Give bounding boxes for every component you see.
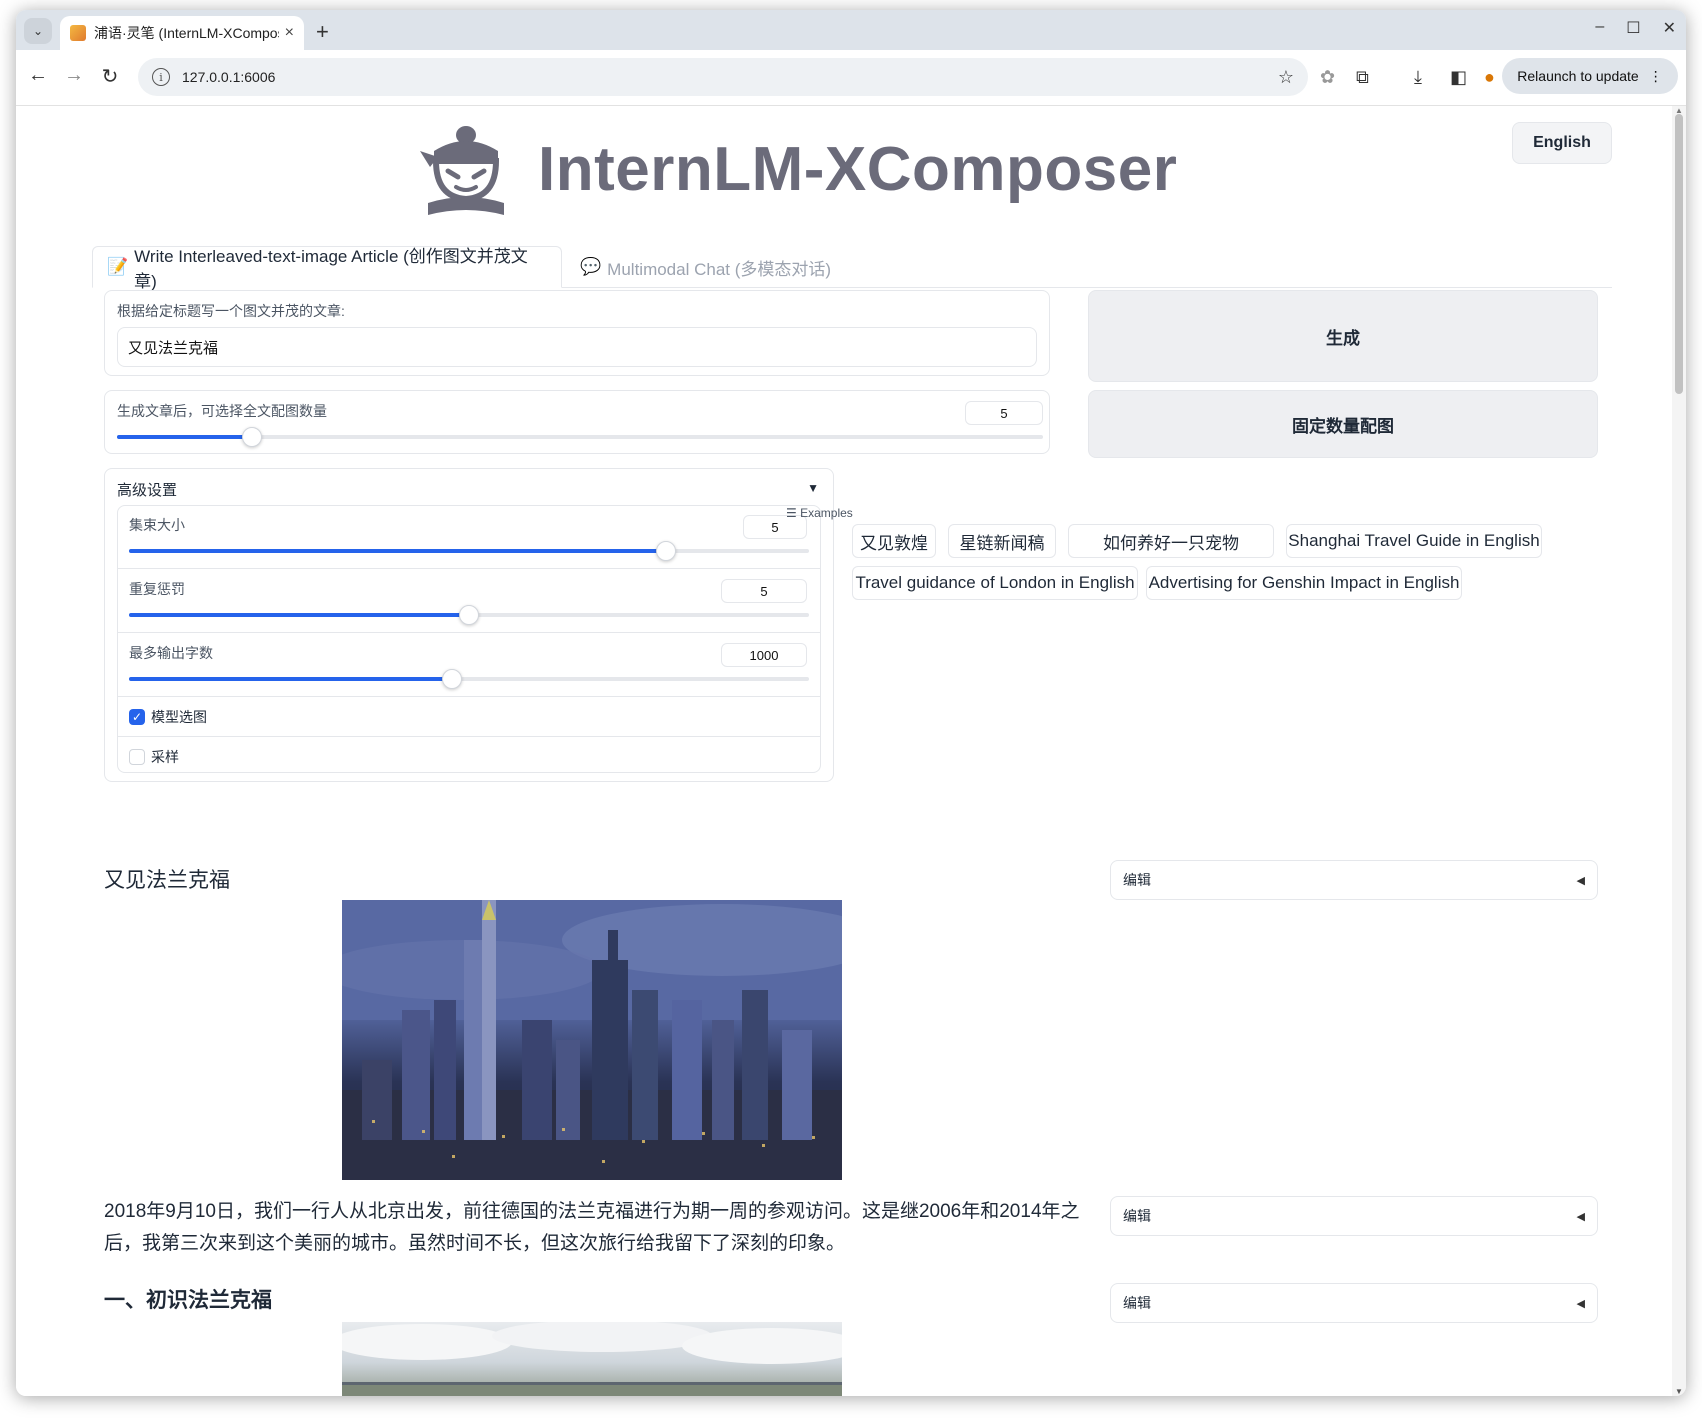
title-input[interactable]: 又见法兰克福 bbox=[117, 327, 1037, 367]
maximize-icon[interactable]: ☐ bbox=[1626, 18, 1640, 38]
page-content: InternLM-XComposer English 📝 Write Inter… bbox=[16, 106, 1672, 1396]
tab-multimodal-chat[interactable]: 💬 Multimodal Chat (多模态对话) bbox=[566, 246, 845, 288]
slider-handle[interactable] bbox=[656, 541, 677, 561]
edit-dropdown-2[interactable]: 编辑 ◀ bbox=[1110, 1196, 1598, 1236]
browser-toolbar: ← → ↻ i 127.0.0.1:6006 ☆ ✿ ⧉ ⤓ ◧ ● Relau… bbox=[16, 50, 1686, 106]
repetition-penalty-row: 重复惩罚 5 bbox=[117, 569, 821, 633]
tab-write-article[interactable]: 📝 Write Interleaved-text-image Article (… bbox=[92, 246, 562, 291]
tab-search-icon[interactable]: ⌄ bbox=[24, 18, 52, 44]
frankfurt-landscape-image bbox=[342, 1322, 842, 1396]
app-title: InternLM-XComposer bbox=[538, 134, 1178, 204]
extension-icon[interactable]: ✿ bbox=[1320, 67, 1335, 88]
new-tab-icon[interactable]: + bbox=[316, 19, 329, 45]
max-tokens-row: 最多输出字数 1000 bbox=[117, 633, 821, 697]
more-menu-icon: ⋮ bbox=[1648, 67, 1663, 84]
examples-label: ☰ Examples bbox=[786, 506, 853, 520]
memo-icon: 📝 bbox=[107, 257, 129, 276]
advanced-settings-panel: 高级设置 ▼ 集束大小 5 重复惩罚 5 最多输出字数 1000 ✓ 模型选图 … bbox=[104, 468, 834, 782]
close-window-icon[interactable]: ✕ bbox=[1663, 18, 1676, 38]
relaunch-button[interactable]: Relaunch to update ⋮ bbox=[1502, 58, 1678, 94]
page-scrollbar[interactable]: ▲ ▼ bbox=[1672, 106, 1686, 1396]
tab-label: Multimodal Chat (多模态对话) bbox=[607, 259, 832, 279]
list-icon: ☰ bbox=[786, 506, 801, 520]
repetition-penalty-label: 重复惩罚 bbox=[129, 581, 185, 597]
caret-left-icon: ◀ bbox=[1576, 874, 1585, 887]
example-genshin[interactable]: Advertising for Genshin Impact in Englis… bbox=[1146, 566, 1462, 600]
frankfurt-skyline-image bbox=[342, 900, 842, 1180]
edit-dropdown-3[interactable]: 编辑 ◀ bbox=[1110, 1283, 1598, 1323]
image-count-panel: 生成文章后，可选择全文配图数量 5 bbox=[104, 390, 1050, 454]
image-count-input[interactable]: 5 bbox=[965, 401, 1043, 425]
edit-dropdown-1[interactable]: 编辑 ◀ bbox=[1110, 860, 1598, 900]
relaunch-label: Relaunch to update bbox=[1517, 68, 1639, 84]
browser-window: ⌄ 浦语·灵笔 (InternLM-XComposer) × + – ☐ ✕ ←… bbox=[16, 10, 1686, 1396]
example-dunhuang[interactable]: 又见敦煌 bbox=[852, 524, 936, 558]
generate-button[interactable]: 生成 bbox=[1088, 290, 1598, 382]
beam-size-slider[interactable] bbox=[129, 541, 809, 561]
window-controls: – ☐ ✕ bbox=[1595, 18, 1676, 38]
article-paragraph: 2018年9月10日，我们一行人从北京出发，前往德国的法兰克福进行为期一周的参观… bbox=[104, 1201, 1080, 1254]
slider-handle[interactable] bbox=[442, 669, 462, 689]
tab-title: 浦语·灵笔 (InternLM-XComposer) bbox=[94, 25, 279, 41]
logo: InternLM-XComposer bbox=[416, 114, 1177, 224]
title-input-label: 根据给定标题写一个图文并茂的文章: bbox=[117, 303, 345, 319]
title-input-panel: 根据给定标题写一个图文并茂的文章: 又见法兰克福 bbox=[104, 290, 1050, 376]
sampling-checkbox[interactable] bbox=[129, 749, 145, 765]
sampling-row: 采样 bbox=[117, 737, 821, 773]
profile-icon[interactable]: ● bbox=[1484, 67, 1495, 88]
favicon-icon bbox=[70, 25, 86, 41]
image-count-label: 生成文章后，可选择全文配图数量 bbox=[117, 403, 327, 419]
beam-size-label: 集束大小 bbox=[129, 517, 185, 533]
sidepanel-icon[interactable]: ◧ bbox=[1450, 67, 1467, 88]
browser-tab[interactable]: 浦语·灵笔 (InternLM-XComposer) × bbox=[60, 16, 304, 50]
article-title: 又见法兰克福 bbox=[104, 869, 230, 892]
fixed-images-button[interactable]: 固定数量配图 bbox=[1088, 390, 1598, 458]
tab-label: Write Interleaved-text-image Article (创作… bbox=[134, 247, 528, 291]
caret-left-icon: ◀ bbox=[1576, 1297, 1585, 1310]
scrollbar-thumb[interactable] bbox=[1675, 114, 1683, 394]
url-text: 127.0.0.1:6006 bbox=[182, 69, 276, 85]
download-icon[interactable]: ⤓ bbox=[1414, 67, 1422, 88]
example-pet[interactable]: 如何养好一只宠物 bbox=[1068, 524, 1274, 558]
language-button[interactable]: English bbox=[1512, 122, 1612, 164]
beam-size-row: 集束大小 5 bbox=[117, 505, 821, 569]
max-tokens-label: 最多输出字数 bbox=[129, 645, 213, 661]
speech-bubble-icon: 💬 bbox=[580, 257, 602, 276]
image-count-slider[interactable] bbox=[117, 427, 1043, 447]
mascot-icon bbox=[420, 126, 504, 215]
tab-strip: ⌄ 浦语·灵笔 (InternLM-XComposer) × + – ☐ ✕ bbox=[16, 10, 1686, 50]
back-icon[interactable]: ← bbox=[24, 64, 52, 87]
model-select-label: 模型选图 bbox=[151, 709, 207, 725]
advanced-settings-title: 高级设置 bbox=[117, 482, 178, 499]
bookmark-star-icon[interactable]: ☆ bbox=[1278, 67, 1294, 88]
repetition-penalty-slider[interactable] bbox=[129, 605, 809, 625]
slider-handle[interactable] bbox=[242, 427, 263, 447]
example-shanghai[interactable]: Shanghai Travel Guide in English bbox=[1286, 524, 1542, 558]
sampling-label: 采样 bbox=[151, 749, 179, 765]
caret-left-icon: ◀ bbox=[1576, 1210, 1585, 1223]
minimize-icon[interactable]: – bbox=[1595, 18, 1604, 38]
model-select-checkbox[interactable]: ✓ bbox=[129, 709, 145, 725]
forward-icon[interactable]: → bbox=[60, 64, 88, 87]
example-starlink[interactable]: 星链新闻稿 bbox=[948, 524, 1056, 558]
slider-handle[interactable] bbox=[459, 605, 479, 625]
reload-icon[interactable]: ↻ bbox=[96, 64, 124, 89]
max-tokens-slider[interactable] bbox=[129, 669, 809, 689]
collapse-toggle-icon[interactable]: ▼ bbox=[807, 481, 819, 495]
section-heading: 一、初识法兰克福 bbox=[104, 1289, 272, 1312]
site-info-icon[interactable]: i bbox=[152, 68, 170, 86]
repetition-penalty-input[interactable]: 5 bbox=[721, 579, 807, 603]
address-bar[interactable]: i 127.0.0.1:6006 ☆ bbox=[138, 58, 1308, 96]
puzzle-icon[interactable]: ⧉ bbox=[1356, 67, 1369, 88]
example-london[interactable]: Travel guidance of London in English bbox=[852, 566, 1138, 600]
mode-tabs: 📝 Write Interleaved-text-image Article (… bbox=[92, 246, 1612, 291]
close-tab-icon[interactable]: × bbox=[285, 24, 294, 42]
max-tokens-input[interactable]: 1000 bbox=[721, 643, 807, 667]
scroll-down-icon[interactable]: ▼ bbox=[1675, 1387, 1683, 1396]
model-select-row: ✓ 模型选图 bbox=[117, 697, 821, 737]
